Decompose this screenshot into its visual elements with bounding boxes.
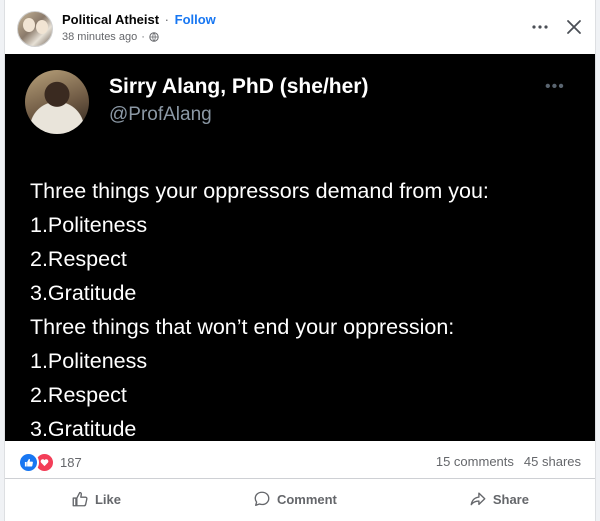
comment-label: Comment [276,491,337,507]
post-timestamp[interactable]: 38 minutes ago [62,31,137,43]
tweet-screenshot-image[interactable]: Sirry Alang, PhD (she/her) @ProfAlang ••… [5,54,595,441]
meta-separator: · [141,31,145,43]
page-avatar[interactable] [17,11,53,47]
tweet-author-name: Sirry Alang, PhD (she/her) [109,75,369,98]
separator-dot: · [164,12,170,27]
shares-count-link[interactable]: 45 shares [524,454,581,469]
post-title-line: Political Atheist · Follow [62,12,216,27]
engagement-counts: 15 comments 45 shares [436,454,581,469]
tweet-author-handle: @ProfAlang [109,104,212,125]
close-icon [567,20,581,34]
tweet-line: 2.Respect [30,247,127,271]
more-options-button[interactable] [527,14,553,40]
close-button[interactable] [561,14,587,40]
share-label: Share [492,491,529,507]
share-button[interactable]: Share [449,484,549,514]
post-header: Political Atheist · Follow 38 minutes ag… [5,0,595,54]
thumbs-up-icon [72,491,88,507]
tweet-line: Three things that won’t end your oppress… [30,315,455,339]
comments-count-link[interactable]: 15 comments [436,454,514,469]
post-card: Political Atheist · Follow 38 minutes ag… [4,0,596,521]
globe-icon [149,32,159,42]
like-button[interactable]: Like [51,484,141,514]
follow-button[interactable]: Follow [175,12,216,27]
share-arrow-icon [470,492,486,506]
tweet-author-avatar [25,70,89,134]
post-stats: 187 15 comments 45 shares [5,441,595,479]
tweet-line: Three things your oppressors demand from… [30,179,489,203]
tweet-line: 1.Politeness [30,213,148,237]
post-actions: Like Comment Share [5,479,595,519]
tweet-text: Three things your oppressors demand from… [30,174,489,441]
comment-icon [254,491,270,506]
like-label: Like [94,491,121,507]
more-horizontal-icon [532,25,548,29]
tweet-more-icon: ••• [545,78,565,95]
page-name-link[interactable]: Political Atheist [62,12,159,27]
tweet-line: 1.Politeness [30,349,148,373]
reaction-count: 187 [60,455,82,470]
tweet-line: 3.Gratitude [30,281,137,305]
reactions-summary[interactable]: 187 [18,452,82,473]
tweet-line: 2.Respect [30,383,127,407]
post-meta: 38 minutes ago · [62,31,159,43]
comment-button[interactable]: Comment [233,484,357,514]
like-reaction-icon [18,452,39,473]
tweet-line: 3.Gratitude [30,417,137,441]
